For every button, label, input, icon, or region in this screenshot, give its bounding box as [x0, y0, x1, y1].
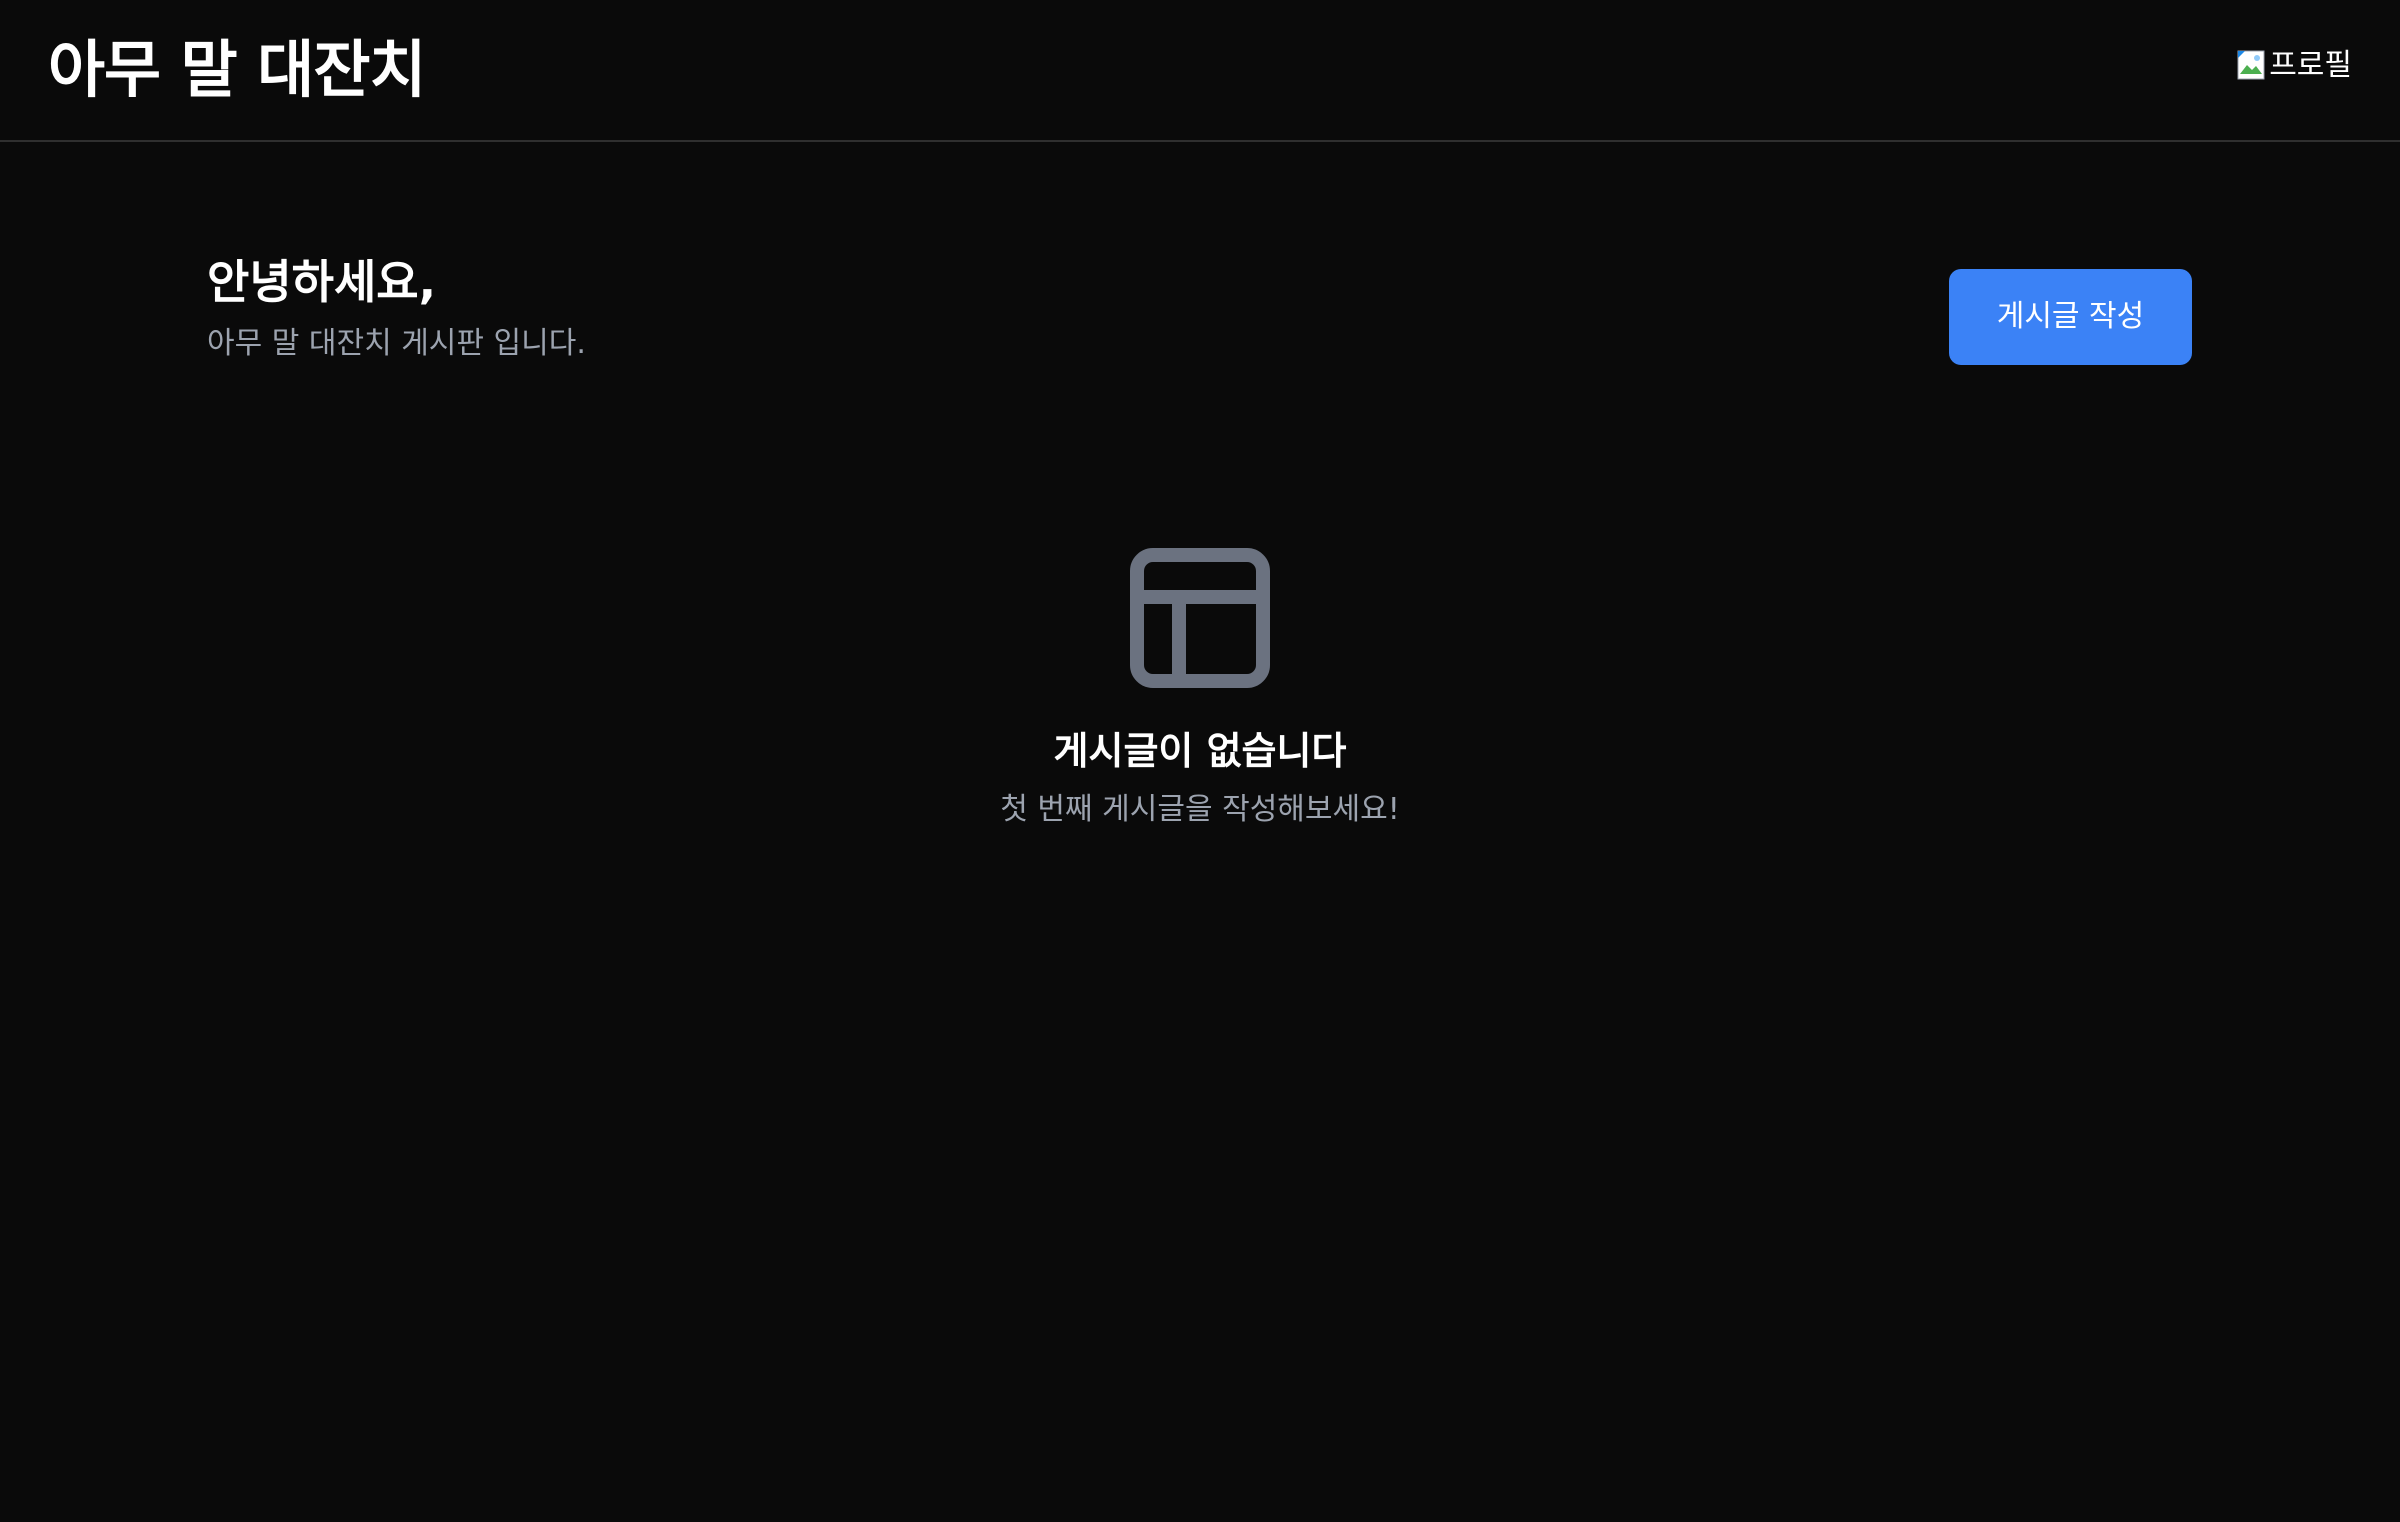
broken-image-icon — [2237, 50, 2267, 82]
empty-state: 게시글이 없습니다 첫 번째 게시글을 작성해보세요! — [0, 548, 2400, 830]
greeting-section: 안녕하세요, 아무 말 대잔치 게시판 입니다. — [207, 252, 586, 364]
app-title[interactable]: 아무 말 대잔치 — [48, 32, 426, 108]
empty-state-title: 게시글이 없습니다 — [1053, 729, 1347, 773]
layout-icon — [1130, 548, 1270, 688]
greeting-subtitle: 아무 말 대잔치 게시판 입니다. — [207, 326, 586, 361]
empty-state-subtitle: 첫 번째 게시글을 작성해보세요! — [1000, 792, 1400, 827]
profile-image-alt-text: 프로필 — [2269, 48, 2352, 83]
write-post-button[interactable]: 게시글 작성 — [1949, 269, 2192, 365]
profile-button[interactable]: 프로필 — [2237, 46, 2352, 86]
top-navbar: 아무 말 대잔치 프로필 — [0, 0, 2400, 142]
greeting-title: 안녕하세요, — [207, 255, 437, 309]
